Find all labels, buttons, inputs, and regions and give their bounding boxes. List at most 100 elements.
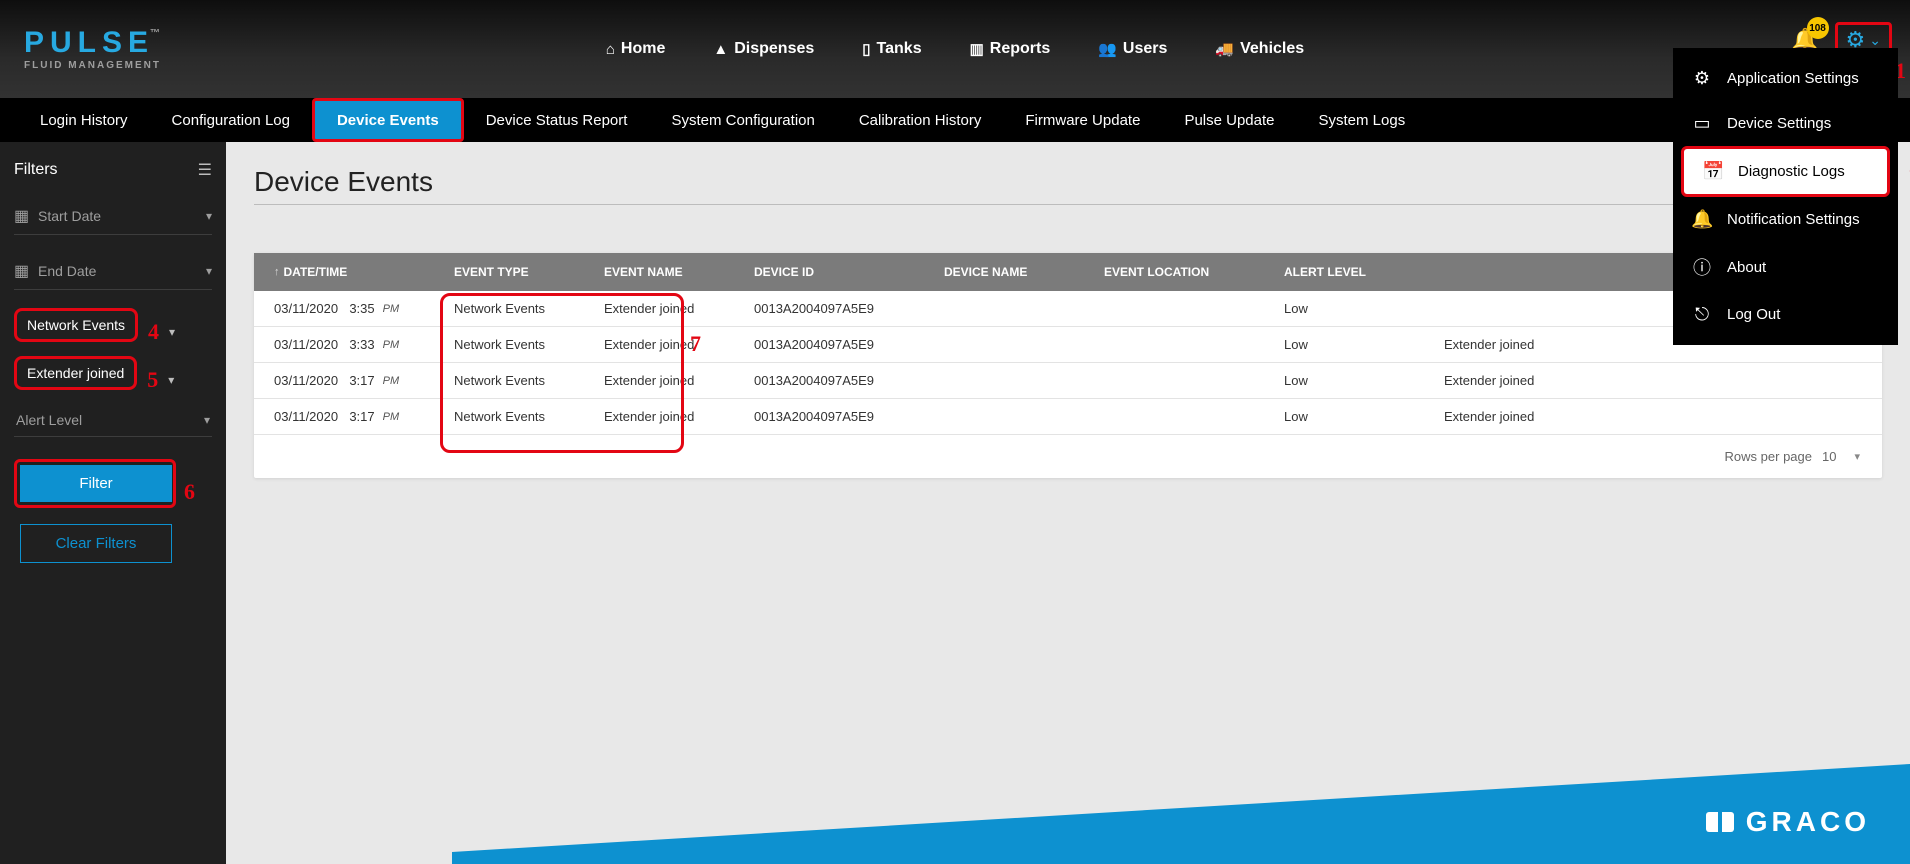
menu-application-settings[interactable]: ⚙ Application Settings (1673, 56, 1898, 101)
nav-tanks[interactable]: ▯ Tanks (862, 40, 921, 58)
col-device-name[interactable]: DEVICE NAME (944, 265, 1104, 279)
chevron-down-icon[interactable]: ▾ (168, 373, 174, 387)
chevron-down-icon[interactable]: ▾ (169, 325, 175, 339)
content-area: Device Events ↑ DATE/TIME EVENT TYPE EVE… (226, 142, 1910, 864)
cell-datetime: 03/11/2020 3:17PM (274, 409, 454, 424)
event-name-select[interactable]: Extender joined (14, 356, 137, 390)
cell-alert-level: Low (1284, 409, 1444, 424)
table-header: ↑ DATE/TIME EVENT TYPE EVENT NAME DEVICE… (254, 253, 1882, 291)
nav-label: Dispenses (734, 40, 814, 58)
select-value: Alert Level (16, 412, 82, 428)
tab-label: Login History (40, 112, 128, 129)
page-title: Device Events (254, 166, 1882, 198)
tab-configuration-log[interactable]: Configuration Log (150, 98, 312, 142)
table-row[interactable]: 03/11/2020 3:33PMNetwork EventsExtender … (254, 327, 1882, 363)
start-date-field[interactable]: ▦ Start Date ▾ (14, 198, 212, 235)
tab-device-events[interactable]: Device Events (312, 98, 464, 142)
tabs-bar: Login History Configuration Log Device E… (0, 98, 1910, 142)
col-event-location[interactable]: EVENT LOCATION (1104, 265, 1284, 279)
nav-home[interactable]: ⌂ Home (606, 40, 666, 58)
field-label: End Date (38, 263, 206, 279)
col-datetime[interactable]: ↑ DATE/TIME (274, 265, 454, 279)
tab-pulse-update[interactable]: Pulse Update (1162, 98, 1296, 142)
alert-level-select[interactable]: Alert Level ▾ (14, 404, 212, 437)
tab-label: Pulse Update (1184, 112, 1274, 129)
tab-login-history[interactable]: Login History (18, 98, 150, 142)
th-label: EVENT NAME (604, 265, 683, 279)
nav-dispenses[interactable]: ▲ Dispenses (713, 40, 814, 58)
event-type-select[interactable]: Network Events (14, 308, 138, 342)
brand-logo: PULSE™ FLUID MANAGEMENT (24, 28, 161, 71)
th-label: DEVICE ID (754, 265, 814, 279)
cell-alert-level: Low (1284, 337, 1444, 352)
events-table: ↑ DATE/TIME EVENT TYPE EVENT NAME DEVICE… (254, 253, 1882, 478)
tab-label: Device Status Report (486, 112, 628, 129)
cell-description: Extender joined (1444, 409, 1862, 424)
menu-log-out[interactable]: ⎋ Log Out (1673, 292, 1898, 337)
cell-device-name (944, 373, 1104, 388)
annotation-4: 4 (148, 319, 159, 345)
chart-icon: ▥ (970, 40, 984, 58)
rows-per-page-value[interactable]: 10 (1822, 449, 1836, 464)
sidebar-header: Filters ☰ (14, 160, 212, 180)
field-label: Start Date (38, 208, 206, 224)
nav-label: Home (621, 40, 665, 58)
nav-label: Users (1123, 40, 1167, 58)
menu-notification-settings[interactable]: 🔔 Notification Settings (1673, 197, 1898, 242)
table-wrap: ↑ DATE/TIME EVENT TYPE EVENT NAME DEVICE… (254, 253, 1882, 478)
menu-about[interactable]: ⓘ About (1673, 242, 1898, 292)
annotation-7: 7 (690, 331, 701, 357)
tab-device-status-report[interactable]: Device Status Report (464, 98, 650, 142)
filter-toggle-icon[interactable]: ☰ (198, 160, 212, 180)
chevron-down-icon[interactable]: ▾ (1854, 450, 1860, 463)
select-value: Extender joined (27, 365, 124, 381)
tab-system-configuration[interactable]: System Configuration (649, 98, 836, 142)
nav-vehicles[interactable]: 🚚 Vehicles (1215, 40, 1304, 58)
menu-device-settings[interactable]: ▭ Device Settings (1673, 101, 1898, 146)
nav-reports[interactable]: ▥ Reports (970, 40, 1051, 58)
cell-device-name (944, 337, 1104, 352)
chevron-down-icon: ⌄ (1869, 32, 1881, 49)
body-row: Filters ☰ ▦ Start Date ▾ ▦ End Date ▾ Ne… (0, 142, 1910, 864)
nav-users[interactable]: 👥 Users (1098, 40, 1167, 58)
tab-calibration-history[interactable]: Calibration History (837, 98, 1004, 142)
logout-icon: ⎋ (1691, 304, 1713, 325)
tab-label: Configuration Log (172, 112, 290, 129)
table-row[interactable]: 03/11/2020 3:17PMNetwork EventsExtender … (254, 363, 1882, 399)
cell-event-name: Extender joined (604, 337, 754, 352)
tab-system-logs[interactable]: System Logs (1297, 98, 1428, 142)
footer-brand-text: GRACO (1746, 806, 1870, 838)
footer-background (452, 764, 1910, 864)
rows-per-page-label: Rows per page (1725, 449, 1812, 464)
annotation-6: 6 (184, 479, 195, 505)
graco-logo-icon (1706, 808, 1734, 836)
tab-label: Firmware Update (1025, 112, 1140, 129)
cell-device-id: 0013A2004097A5E9 (754, 409, 944, 424)
end-date-field[interactable]: ▦ End Date ▾ (14, 253, 212, 290)
tab-label: Calibration History (859, 112, 982, 129)
menu-label: Device Settings (1727, 115, 1831, 132)
cell-description: Extender joined (1444, 373, 1862, 388)
cell-event-type: Network Events (454, 409, 604, 424)
clear-filters-button[interactable]: Clear Filters (20, 524, 172, 563)
cell-event-name: Extender joined (604, 373, 754, 388)
cell-device-id: 0013A2004097A5E9 (754, 337, 944, 352)
table-footer: Rows per page 10 ▾ (254, 435, 1882, 478)
cell-device-id: 0013A2004097A5E9 (754, 373, 944, 388)
menu-diagnostic-logs[interactable]: 📅 Diagnostic Logs (1681, 146, 1890, 197)
menu-label: Notification Settings (1727, 211, 1860, 228)
filter-button[interactable]: Filter (20, 465, 172, 502)
col-event-name[interactable]: EVENT NAME (604, 265, 754, 279)
filters-title: Filters (14, 161, 58, 179)
col-alert-level[interactable]: ALERT LEVEL (1284, 265, 1444, 279)
sort-asc-icon: ↑ (274, 266, 280, 278)
nav-label: Reports (990, 40, 1050, 58)
users-icon: 👥 (1098, 40, 1117, 58)
col-event-type[interactable]: EVENT TYPE (454, 265, 604, 279)
col-device-id[interactable]: DEVICE ID (754, 265, 944, 279)
cell-event-name: Extender joined (604, 301, 754, 316)
tab-firmware-update[interactable]: Firmware Update (1003, 98, 1162, 142)
table-row[interactable]: 03/11/2020 3:17PMNetwork Events Extender … (254, 399, 1882, 435)
table-row[interactable]: 03/11/2020 3:35PMNetwork EventsExtender … (254, 291, 1882, 327)
tab-label: System Configuration (671, 112, 814, 129)
